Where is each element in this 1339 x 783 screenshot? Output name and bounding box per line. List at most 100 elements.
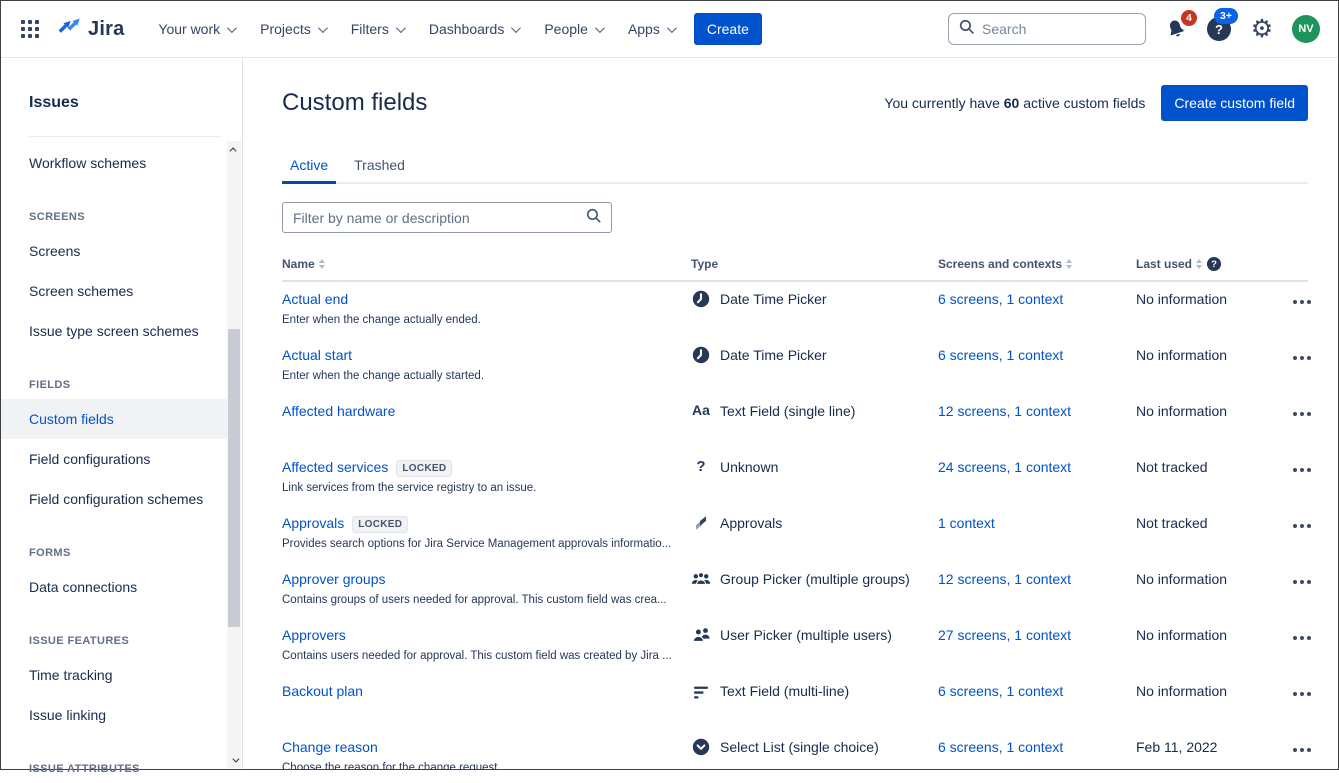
last-used-cell: Not tracked — [1136, 459, 1289, 506]
approvals-icon — [691, 514, 711, 532]
sidebar-item-workflow-schemes[interactable]: Workflow schemes — [1, 143, 227, 183]
notifications-count-badge: 4 — [1181, 10, 1197, 26]
field-name-link[interactable]: Affected services — [282, 459, 388, 475]
nav-item-projects[interactable]: Projects — [250, 13, 335, 45]
screens-contexts-link[interactable]: 27 screens, 1 context — [938, 627, 1071, 643]
chevron-down-icon — [595, 23, 605, 33]
filter-field[interactable] — [282, 202, 612, 233]
column-header-screens-and-contexts[interactable]: Screens and contexts — [938, 257, 1136, 271]
nav-item-dashboards[interactable]: Dashboards — [419, 13, 529, 45]
field-name-link[interactable]: Actual end — [282, 291, 348, 307]
sidebar-item-screen-schemes[interactable]: Screen schemes — [1, 271, 227, 311]
search-input[interactable] — [982, 21, 1122, 37]
row-more-options-button[interactable] — [1289, 632, 1315, 644]
sidebar-item-field-configuration-schemes[interactable]: Field configuration schemes — [1, 479, 227, 519]
screens-contexts-link[interactable]: 6 screens, 1 context — [938, 683, 1063, 699]
column-header-name[interactable]: Name — [282, 257, 691, 271]
row-more-options-button[interactable] — [1289, 408, 1315, 420]
name-cell: Actual end Enter when the change actually… — [282, 291, 691, 338]
jira-logo[interactable]: Jira — [57, 18, 124, 41]
sidebar-item-data-connections[interactable]: Data connections — [1, 567, 227, 607]
filter-input[interactable] — [293, 210, 586, 226]
custom-fields-table: NameTypeScreens and contextsLast used? A… — [282, 257, 1308, 769]
screens-contexts-link[interactable]: 24 screens, 1 context — [938, 459, 1071, 475]
type-cell: AaText Field (single line) — [691, 403, 938, 450]
column-label: Last used — [1136, 257, 1192, 271]
row-more-options-button[interactable] — [1289, 688, 1315, 700]
tab-active[interactable]: Active — [282, 153, 336, 182]
field-name-link[interactable]: Approver groups — [282, 571, 386, 587]
table-row: ApproversContains users needed for appro… — [282, 618, 1308, 674]
field-description: Enter when the change actually ended. — [282, 314, 691, 326]
nav-item-people[interactable]: People — [534, 13, 612, 45]
search-icon — [959, 19, 974, 39]
row-more-options-button[interactable] — [1289, 576, 1315, 588]
type-cell: Date Time Picker — [691, 347, 938, 394]
scrollbar-down-arrow-icon[interactable] — [227, 752, 241, 768]
sidebar-item-screens[interactable]: Screens — [1, 231, 227, 271]
group-picker-icon — [691, 570, 711, 588]
type-label: Text Field (single line) — [720, 403, 855, 419]
notifications-button[interactable]: 4 — [1163, 16, 1189, 42]
field-name-link[interactable]: Backout plan — [282, 683, 363, 699]
table-row: ApprovalsLOCKEDProvides search options f… — [282, 506, 1308, 562]
app-switcher-icon[interactable] — [21, 20, 39, 38]
table-row: Affected hardware AaText Field (single li… — [282, 394, 1308, 450]
screens-contexts-link[interactable]: 1 context — [938, 515, 995, 531]
screens-contexts-link[interactable]: 6 screens, 1 context — [938, 739, 1063, 755]
help-icon[interactable]: ? — [1207, 257, 1221, 271]
sidebar-item-time-tracking[interactable]: Time tracking — [1, 655, 227, 695]
screens-contexts-link[interactable]: 12 screens, 1 context — [938, 403, 1071, 419]
row-more-options-button[interactable] — [1289, 296, 1315, 308]
field-name-link[interactable]: Approvers — [282, 627, 346, 643]
screens-contexts-link[interactable]: 6 screens, 1 context — [938, 347, 1063, 363]
sort-icon[interactable] — [319, 259, 325, 269]
sidebar-item-issue-linking[interactable]: Issue linking — [1, 695, 227, 735]
sort-icon[interactable] — [1066, 259, 1072, 269]
field-name-link[interactable]: Approvals — [282, 515, 344, 531]
unknown-type-icon: ? — [691, 458, 711, 475]
row-more-options-button[interactable] — [1289, 464, 1315, 476]
column-header-last-used[interactable]: Last used? — [1136, 257, 1289, 271]
settings-button[interactable]: ⚙ — [1249, 16, 1275, 42]
global-search[interactable] — [948, 13, 1146, 45]
sidebar-item-issue-type-screen-schemes[interactable]: Issue type screen schemes — [1, 311, 227, 351]
nav-item-your-work[interactable]: Your work — [148, 13, 244, 45]
help-button[interactable]: ? 3+ — [1206, 16, 1232, 42]
screens-contexts-cell: 6 screens, 1 context — [938, 347, 1136, 394]
type-cell: ? Unknown — [691, 459, 938, 506]
scrollbar-up-arrow-icon[interactable] — [227, 141, 241, 157]
create-custom-field-button[interactable]: Create custom field — [1161, 85, 1308, 121]
field-name-link[interactable]: Actual start — [282, 347, 352, 363]
row-more-options-button[interactable] — [1289, 744, 1315, 756]
nav-item-apps[interactable]: Apps — [618, 13, 684, 45]
sidebar-item-field-configurations[interactable]: Field configurations — [1, 439, 227, 479]
field-description: Enter when the change actually started. — [282, 370, 691, 382]
active-fields-count: You currently have 60 active custom fiel… — [884, 95, 1145, 111]
type-label: Unknown — [720, 459, 778, 475]
table-row: Approver groupsContains groups of users … — [282, 562, 1308, 618]
tab-trashed[interactable]: Trashed — [346, 153, 413, 182]
count-value: 60 — [1004, 95, 1020, 111]
row-more-options-button[interactable] — [1289, 520, 1315, 532]
nav-item-label: People — [544, 21, 588, 37]
scrollbar-thumb[interactable] — [228, 329, 240, 627]
sidebar-item-custom-fields[interactable]: Custom fields — [1, 399, 227, 439]
field-name-link[interactable]: Affected hardware — [282, 403, 395, 419]
last-used-cell: No information — [1136, 347, 1289, 394]
field-name-link[interactable]: Change reason — [282, 739, 378, 755]
table-row: Actual end Enter when the change actually… — [282, 282, 1308, 338]
user-avatar[interactable]: NV — [1292, 15, 1320, 43]
type-label: Text Field (multi-line) — [720, 683, 849, 699]
sort-icon[interactable] — [1196, 259, 1202, 269]
create-button[interactable]: Create — [694, 13, 762, 45]
nav-item-filters[interactable]: Filters — [341, 13, 413, 45]
sidebar-section-screens: SCREENS — [1, 185, 242, 231]
settings-sidebar: Issues Workflow schemesSCREENSScreensScr… — [1, 58, 243, 769]
screens-contexts-link[interactable]: 6 screens, 1 context — [938, 291, 1063, 307]
last-used-cell: No information — [1136, 403, 1289, 450]
sidebar-scrollbar[interactable] — [227, 141, 241, 768]
screens-contexts-link[interactable]: 12 screens, 1 context — [938, 571, 1071, 587]
row-more-options-button[interactable] — [1289, 352, 1315, 364]
text-field-multiline-icon — [691, 682, 711, 700]
